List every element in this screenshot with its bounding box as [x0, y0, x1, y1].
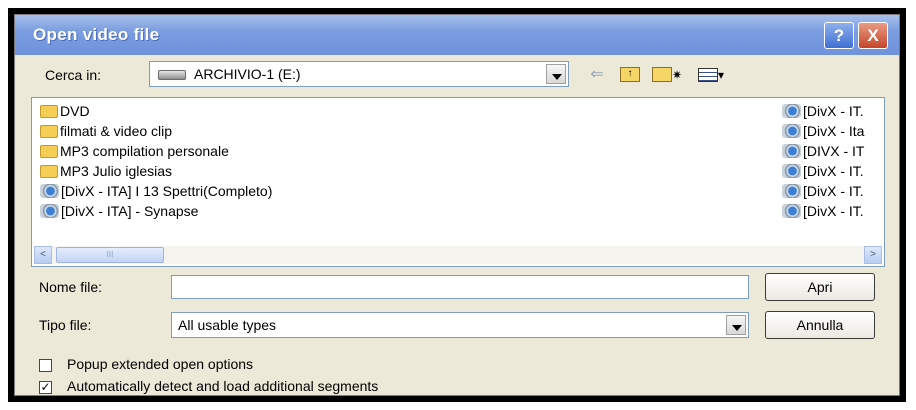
popup-extended-options-label: Popup extended open options [67, 356, 254, 372]
open-button-label: Apri [807, 279, 833, 295]
list-item-label: [DivX - IT. [803, 183, 864, 199]
video-file-icon [782, 144, 801, 159]
list-item[interactable]: [DivX - ITA] I 13 Spettri(Completo) [40, 182, 272, 200]
look-in-dropdown[interactable]: ARCHIVIO-1 (E:) [149, 61, 569, 87]
dialog-title: Open video file [33, 25, 160, 44]
title-bar[interactable]: Open video file ? X [15, 15, 899, 55]
checkmark-icon: ✓ [40, 380, 51, 394]
folder-icon [40, 124, 58, 138]
cancel-button-label: Annulla [796, 317, 844, 333]
open-button[interactable]: Apri [765, 273, 875, 301]
file-type-dropdown[interactable]: All usable types [171, 312, 749, 338]
video-file-icon [782, 204, 801, 219]
auto-detect-segments-checkbox[interactable]: ✓ [39, 381, 52, 394]
video-file-icon [40, 184, 59, 199]
list-item[interactable]: filmati & video clip [40, 122, 172, 140]
scroll-left-button[interactable]: < [34, 246, 52, 264]
auto-detect-segments-label: Automatically detect and load additional… [67, 378, 379, 394]
list-item-label: MP3 Julio iglesias [60, 163, 173, 179]
list-item[interactable]: [DivX - IT. [782, 102, 882, 120]
file-name-label: Nome file: [39, 279, 103, 295]
look-in-label: Cerca in: [45, 67, 102, 83]
help-icon: ? [833, 26, 845, 45]
video-file-icon [782, 124, 801, 139]
back-arrow-icon[interactable]: ⇐ [585, 63, 609, 87]
look-in-value: ARCHIVIO-1 (E:) [194, 66, 301, 82]
list-item-label: MP3 compilation personale [60, 143, 229, 159]
view-menu-icon[interactable]: ▾ [691, 63, 731, 87]
list-item-label: DVD [60, 103, 90, 119]
help-button[interactable]: ? [824, 22, 854, 49]
folder-icon [40, 164, 58, 178]
grip-icon: III [106, 250, 114, 259]
list-item[interactable]: [DivX - IT. [782, 202, 882, 220]
close-icon: X [867, 26, 879, 45]
scrollbar-thumb[interactable]: III [56, 247, 164, 263]
folder-icon [40, 104, 58, 118]
list-item-label: [DivX - IT. [803, 203, 864, 219]
list-item-label: [DivX - ITA] - Synapse [61, 203, 199, 219]
list-item-label: [DivX - Ita [803, 123, 865, 139]
new-folder-icon[interactable]: ✷ [651, 63, 683, 87]
open-video-file-dialog: Open video file ? X Cerca in: ARCHIVIO-1… [14, 14, 900, 396]
file-type-value: All usable types [178, 317, 277, 333]
list-item-label: [DIVX - IT [803, 143, 865, 159]
close-button[interactable]: X [858, 22, 888, 49]
chevron-down-icon[interactable] [726, 315, 746, 335]
list-item[interactable]: [DivX - IT. [782, 182, 882, 200]
chevron-right-icon: > [870, 249, 876, 260]
scroll-right-button[interactable]: > [864, 246, 882, 264]
cancel-button[interactable]: Annulla [765, 311, 875, 339]
chevron-down-icon: ▾ [717, 68, 725, 82]
list-item-label: [DivX - ITA] I 13 Spettri(Completo) [61, 183, 273, 199]
file-list[interactable]: DVD filmati & video clip MP3 compilation… [31, 97, 885, 267]
video-file-icon [782, 164, 801, 179]
video-file-icon [782, 104, 801, 119]
video-file-icon [782, 184, 801, 199]
list-item[interactable]: [DIVX - IT [782, 142, 882, 160]
popup-extended-options-checkbox[interactable] [39, 359, 52, 372]
list-item[interactable]: [DivX - IT. [782, 162, 882, 180]
list-item-label: filmati & video clip [60, 123, 173, 139]
list-item[interactable]: MP3 Julio iglesias [40, 162, 172, 180]
up-folder-icon[interactable]: ↑ [617, 63, 643, 87]
chevron-down-icon[interactable] [546, 64, 566, 84]
chevron-left-icon: < [40, 249, 46, 260]
file-name-input[interactable] [171, 275, 749, 299]
list-item-label: [DivX - IT. [803, 163, 864, 179]
list-item-label: [DivX - IT. [803, 103, 864, 119]
video-file-icon [40, 204, 59, 219]
folder-icon [40, 144, 58, 158]
list-item[interactable]: MP3 compilation personale [40, 142, 229, 160]
drive-icon [158, 70, 186, 80]
list-item[interactable]: [DivX - Ita [782, 122, 882, 140]
file-type-label: Tipo file: [39, 317, 92, 333]
list-item[interactable]: DVD [40, 102, 90, 120]
horizontal-scrollbar[interactable]: < III > [34, 246, 882, 264]
list-item[interactable]: [DivX - ITA] - Synapse [40, 202, 198, 220]
